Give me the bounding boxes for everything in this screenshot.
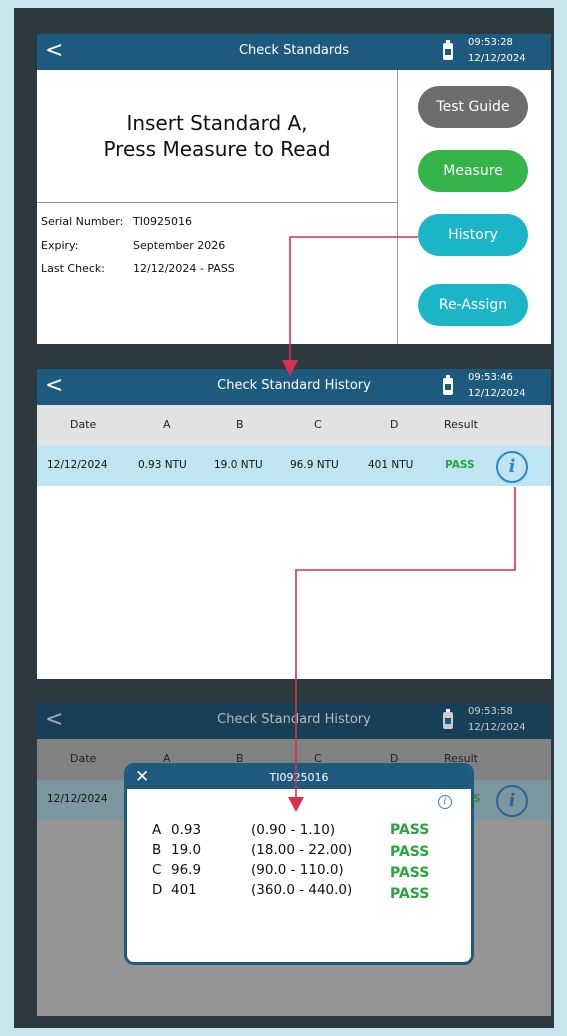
row-b: 19.0 NTU [214,459,263,471]
header-date: 12/12/2024 [468,53,526,64]
info-icon[interactable]: i [496,451,528,483]
column-b: B [236,418,244,431]
last-check-label: Last Check: [41,262,105,275]
expiry-label: Expiry: [41,239,79,252]
column-d: D [390,418,399,431]
measure-button[interactable]: Measure [418,150,528,192]
result-range: (18.00 - 22.00) [251,842,353,858]
column-c: C [314,418,322,431]
result-status: PASS [390,865,430,881]
header-time: 09:53:46 [468,372,513,383]
row-date: 12/12/2024 [47,793,108,805]
row-a: 0.93 NTU [138,459,187,471]
dialog-header: ✕ TI0925016 [127,766,471,789]
result-letter: B [152,842,162,858]
header-bar: < Check Standard History 09:53:58 12/12/… [37,703,551,739]
result-value: 401 [171,882,197,898]
row-date: 12/12/2024 [47,459,108,471]
battery-icon [443,375,453,395]
expiry-row: Expiry: September 2026 [41,239,225,252]
column-result: Result [444,418,478,431]
result-dialog: ✕ TI0925016 i A 0.93 (0.90 - 1.10) PASS … [124,763,474,965]
result-range: (90.0 - 110.0) [251,862,344,878]
last-check-row: Last Check: 12/12/2024 - PASS [41,262,235,275]
check-standards-screen: < Check Standards 09:53:28 12/12/2024 In… [37,34,551,344]
table-header: Date A B C D Result [37,405,551,446]
serial-number-value: TI0925016 [133,215,192,228]
row-result: PASS [445,459,475,471]
header-bar: < Check Standard History 09:53:46 12/12/… [37,369,551,405]
column-a: A [163,418,171,431]
result-letter: A [152,822,162,838]
test-guide-button[interactable]: Test Guide [418,86,528,128]
result-range: (0.90 - 1.10) [251,822,336,838]
instruction-line-1: Insert Standard A, [126,111,308,135]
result-status: PASS [390,886,430,902]
result-value: 19.0 [171,842,202,858]
divider [397,70,398,344]
column-date: Date [70,418,97,431]
divider [37,202,397,203]
instruction-message: Insert Standard A, Press Measure to Read [37,110,397,162]
last-check-value: 12/12/2024 - PASS [133,262,235,275]
reassign-button[interactable]: Re-Assign [418,284,528,326]
history-screen: < Check Standard History 09:53:46 12/12/… [37,369,551,679]
instruction-line-2: Press Measure to Read [103,137,331,161]
header-time: 09:53:58 [468,706,513,717]
battery-icon [443,709,453,729]
result-value: 96.9 [171,862,202,878]
info-icon: i [496,785,528,817]
result-value: 0.93 [171,822,202,838]
result-status: PASS [390,844,430,860]
result-range: (360.0 - 440.0) [251,882,353,898]
dialog-title: TI0925016 [269,771,329,784]
row-result: S [473,793,481,805]
history-detail-screen: < Check Standard History 09:53:58 12/12/… [37,703,551,1016]
result-letter: D [152,882,163,898]
column-date: Date [70,752,97,765]
result-status: PASS [390,822,430,838]
table-row[interactable]: 12/12/2024 0.93 NTU 19.0 NTU 96.9 NTU 40… [37,446,551,486]
row-d: 401 NTU [368,459,414,471]
header-bar: < Check Standards 09:53:28 12/12/2024 [37,34,551,70]
serial-number-label: Serial Number: [41,215,124,228]
info-icon[interactable]: i [438,795,452,809]
history-button[interactable]: History [418,214,528,256]
result-letter: C [152,862,162,878]
expiry-value: September 2026 [133,239,226,252]
header-date: 12/12/2024 [468,722,526,733]
header-date: 12/12/2024 [468,388,526,399]
battery-icon [443,40,453,60]
header-time: 09:53:28 [468,37,513,48]
row-c: 96.9 NTU [290,459,339,471]
serial-number-row: Serial Number: TI0925016 [41,215,192,228]
